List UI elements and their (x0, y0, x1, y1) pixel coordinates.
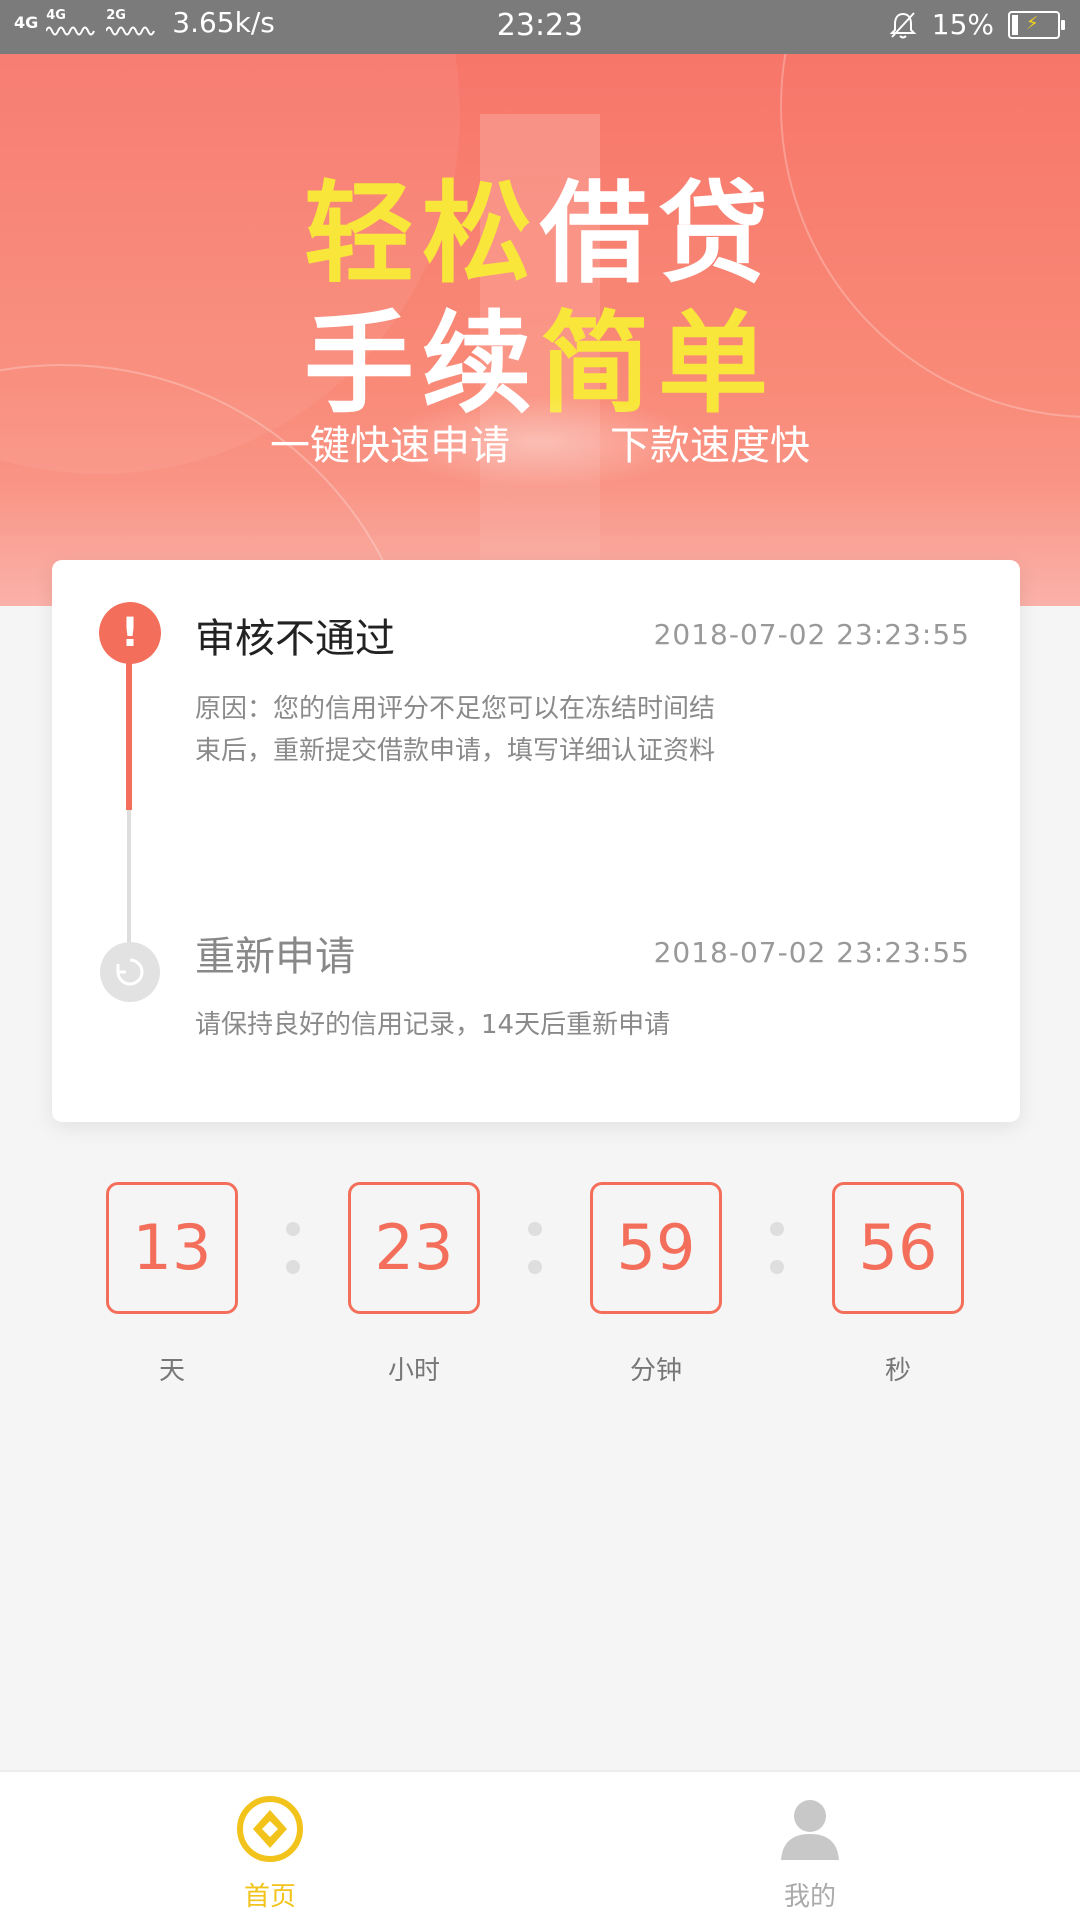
step-time-reapply: 2018-07-02 23:23:55 (653, 936, 970, 969)
countdown-seconds: 56 (832, 1182, 964, 1314)
step-title-reapply: 重新申请 (195, 934, 355, 980)
countdown-label-seconds: 秒 (884, 1356, 911, 1386)
status-bar: 4G 4G 2G 3.65k/s 23:23 15% ⚡ (0, 0, 1080, 54)
countdown-minutes: 59 (590, 1182, 722, 1314)
alert-icon: ! (99, 602, 161, 664)
nav-me-label: 我的 (783, 1882, 836, 1912)
countdown-separator (770, 1222, 784, 1282)
battery-icon: ⚡ (1008, 10, 1065, 39)
subline-right: 下款速度快 (610, 423, 810, 469)
timeline-line-pending (127, 810, 131, 950)
bell-muted-icon (889, 11, 917, 38)
subline-left: 一键快速申请 (270, 423, 510, 469)
nav-home-label: 首页 (243, 1882, 296, 1912)
step-description-rejected: 原因：您的信用评分不足您可以在冻结时间结束后，重新提交借款申请，填写详细认证资料 (195, 694, 716, 766)
countdown-label-hours: 小时 (387, 1356, 440, 1386)
user-icon (781, 1800, 839, 1860)
countdown-separator (528, 1222, 542, 1282)
refresh-icon (100, 942, 160, 1002)
countdown-label-days: 天 (158, 1356, 185, 1386)
nav-home[interactable]: 首页 (170, 1794, 370, 1913)
status-right: 15% ⚡ (888, 8, 1065, 41)
countdown-timer: 13 23 59 56 天 小时 分钟 秒 (0, 1182, 1080, 1386)
step-description-reapply: 请保持良好的信用记录，14天后重新申请 (195, 1010, 671, 1040)
banner-subline: 一键快速申请 下款速度快 (270, 396, 810, 488)
step-title-rejected: 审核不通过 (195, 616, 395, 662)
home-coin-icon (237, 1796, 303, 1862)
countdown-label-minutes: 分钟 (629, 1356, 682, 1386)
countdown-hours: 23 (348, 1182, 480, 1314)
step-time-rejected: 2018-07-02 23:23:55 (653, 618, 970, 651)
promo-banner: 轻松借贷 手续简单 一键快速申请 下款速度快 (0, 54, 1080, 606)
countdown-days: 13 (106, 1182, 238, 1314)
timeline-line-active (126, 640, 132, 810)
battery-percent: 15% (931, 8, 994, 41)
nav-me[interactable]: 我的 (710, 1794, 910, 1913)
countdown-separator (286, 1222, 300, 1282)
bottom-nav: 首页 我的 (0, 1770, 1080, 1922)
